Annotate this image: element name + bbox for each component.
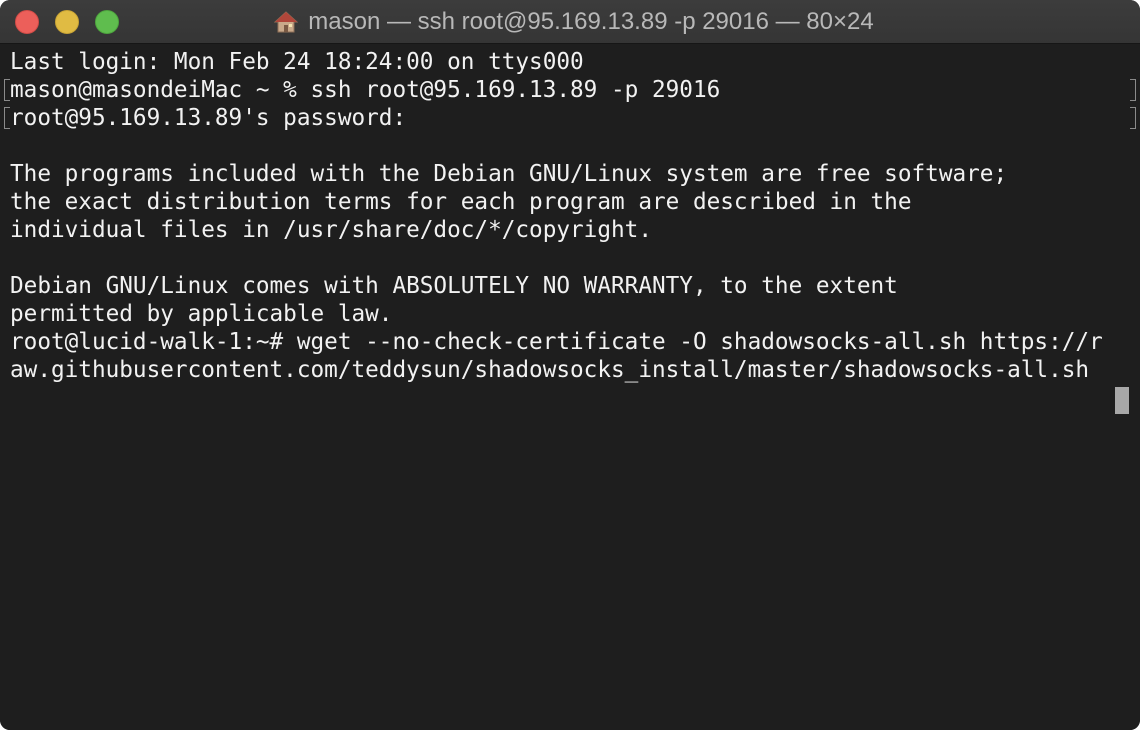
line-mark-left bbox=[4, 79, 10, 101]
terminal-line: Debian GNU/Linux comes with ABSOLUTELY N… bbox=[10, 273, 898, 299]
line-mark-right bbox=[1130, 107, 1136, 129]
terminal-line: The programs included with the Debian GN… bbox=[10, 161, 1008, 187]
terminal-window: mason — ssh root@95.169.13.89 -p 29016 —… bbox=[0, 0, 1140, 730]
terminal-line: the exact distribution terms for each pr… bbox=[10, 189, 912, 215]
terminal-line: Last login: Mon Feb 24 18:24:00 on ttys0… bbox=[10, 49, 584, 75]
terminal-line: root@95.169.13.89's password: bbox=[10, 105, 407, 131]
line-mark-right bbox=[1130, 79, 1136, 101]
terminal-line: aw.githubusercontent.com/teddysun/shadow… bbox=[10, 357, 1090, 383]
home-icon bbox=[274, 11, 299, 33]
terminal-line: root@lucid-walk-1:~# wget --no-check-cer… bbox=[10, 329, 1103, 355]
window-title: mason — ssh root@95.169.13.89 -p 29016 —… bbox=[308, 8, 874, 35]
terminal-line: mason@masondeiMac ~ % ssh root@95.169.13… bbox=[10, 77, 721, 103]
terminal-content[interactable]: Last login: Mon Feb 24 18:24:00 on ttys0… bbox=[0, 44, 1140, 730]
terminal-line: individual files in /usr/share/doc/*/cop… bbox=[10, 217, 652, 243]
line-mark-left bbox=[4, 107, 10, 129]
text-cursor bbox=[1115, 387, 1129, 414]
terminal-line: permitted by applicable law. bbox=[10, 301, 393, 327]
window-title-group: mason — ssh root@95.169.13.89 -p 29016 —… bbox=[0, 0, 1140, 44]
title-bar[interactable]: mason — ssh root@95.169.13.89 -p 29016 —… bbox=[0, 0, 1140, 44]
